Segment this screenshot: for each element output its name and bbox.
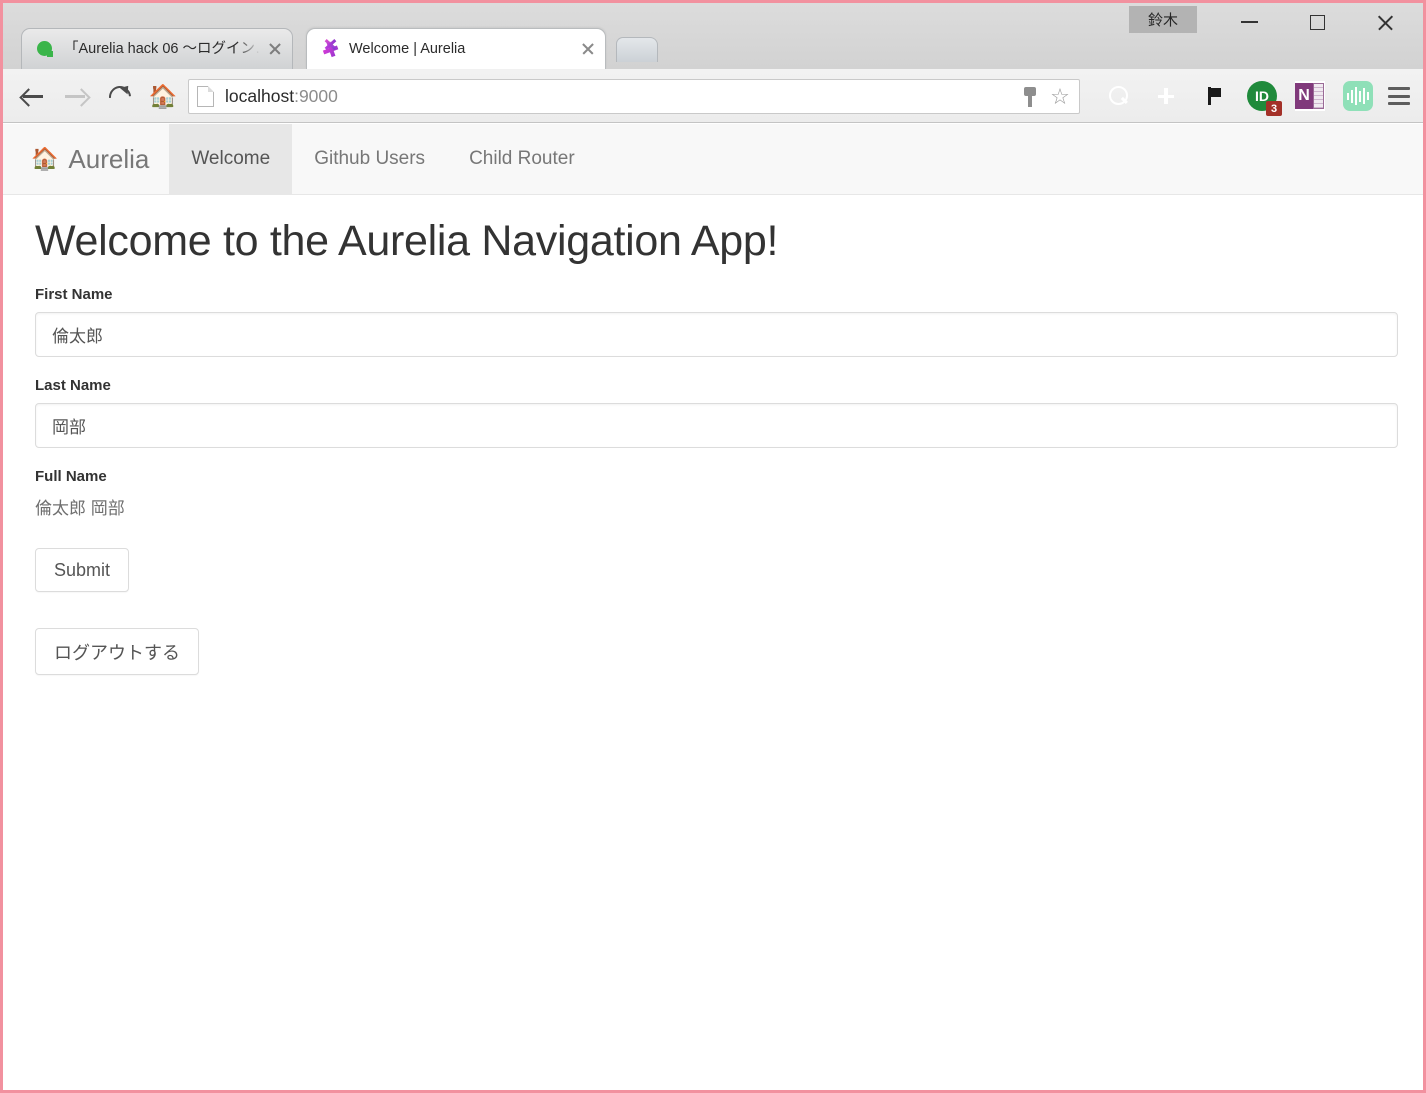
minimize-icon [1240, 21, 1258, 23]
last-name-label: Last Name [35, 377, 111, 394]
onenote-pages [1313, 83, 1324, 109]
submit-button[interactable]: Submit [35, 548, 130, 592]
full-name-value: 倫太郎 岡部 [35, 499, 125, 518]
aurelia-starburst-icon [321, 38, 340, 59]
page-content: Welcome to the Aurelia Navigation App! F… [3, 195, 1423, 675]
browser-tab-inactive[interactable]: 「Aurelia hack 06 〜ログイン… [21, 28, 293, 69]
reload-button[interactable] [98, 75, 140, 117]
pocket-extension-icon[interactable]: ID 3 [1247, 81, 1282, 116]
new-tab-button[interactable] [616, 37, 658, 62]
brand-link[interactable]: 🏠 Aurelia [3, 124, 169, 194]
tab-title: 「Aurelia hack 06 〜ログイン… [64, 40, 260, 57]
hamburger-menu-icon[interactable] [1381, 79, 1417, 113]
key-icon[interactable] [1015, 82, 1045, 112]
url-port: :9000 [294, 86, 338, 106]
bookmark-star-icon[interactable]: ☆ [1045, 82, 1075, 112]
tab-strip: 「Aurelia hack 06 〜ログイン… Welcome | Aureli… [3, 3, 1423, 69]
browser-toolbar: 🏠 localhost:9000 ☆ ID 3 N [3, 69, 1423, 123]
nav-item-label: Child Router [469, 148, 575, 169]
profile-chip[interactable]: 鈴木 [1129, 6, 1197, 33]
back-button[interactable] [11, 75, 53, 117]
close-icon[interactable] [577, 38, 599, 60]
onenote-extension-icon[interactable]: N [1295, 81, 1325, 111]
green-circle-search-icon [36, 40, 55, 59]
home-icon: 🏠 [148, 82, 178, 109]
nav-item-github-users[interactable]: Github Users [292, 124, 447, 194]
url-host: localhost [225, 86, 295, 106]
arrow-left-icon [20, 86, 44, 106]
browser-window: 「Aurelia hack 06 〜ログイン… Welcome | Aureli… [0, 0, 1426, 1093]
nav-item-welcome[interactable]: Welcome [169, 124, 293, 194]
close-icon [1376, 13, 1395, 32]
last-name-input[interactable] [35, 403, 1398, 448]
maximize-icon [1309, 14, 1325, 30]
full-name-label: Full Name [35, 468, 107, 485]
address-bar[interactable]: localhost:9000 ☆ [188, 79, 1080, 114]
tab-title: Welcome | Aurelia [349, 40, 466, 57]
document-icon [197, 86, 214, 107]
close-icon[interactable] [264, 38, 286, 60]
home-icon: 🏠 [31, 146, 59, 171]
green-waveform-extension-icon[interactable] [1343, 81, 1373, 111]
home-button[interactable]: 🏠 [142, 75, 184, 117]
nav-item-child-router[interactable]: Child Router [447, 124, 597, 194]
green-search-extension-icon[interactable] [1103, 81, 1133, 111]
forward-button[interactable] [55, 75, 97, 117]
nav-item-label: Welcome [191, 148, 271, 169]
minimize-button[interactable] [1215, 3, 1283, 41]
reload-icon [108, 85, 130, 107]
browser-tab-active[interactable]: Welcome | Aurelia [306, 28, 606, 69]
url-text: localhost:9000 [225, 86, 1015, 107]
page-title: Welcome to the Aurelia Navigation App! [35, 217, 779, 265]
red-plus-extension-icon[interactable] [1151, 81, 1181, 111]
logout-button[interactable]: ログアウトする [35, 628, 199, 675]
app-navbar: 🏠 Aurelia Welcome Github Users Child Rou… [3, 124, 1423, 195]
nav-item-label: Github Users [314, 148, 426, 169]
brand-label: Aurelia [68, 143, 150, 174]
first-name-label: First Name [35, 286, 113, 303]
first-name-input[interactable] [35, 312, 1398, 357]
maximize-button[interactable] [1283, 3, 1351, 41]
extension-badge-count: 3 [1266, 101, 1282, 116]
arrow-right-icon [64, 86, 88, 106]
page-viewport: 🏠 Aurelia Welcome Github Users Child Rou… [3, 124, 1423, 1090]
close-window-button[interactable] [1351, 3, 1419, 41]
teal-flag-extension-icon[interactable] [1199, 81, 1229, 111]
onenote-label: N [1295, 83, 1313, 109]
